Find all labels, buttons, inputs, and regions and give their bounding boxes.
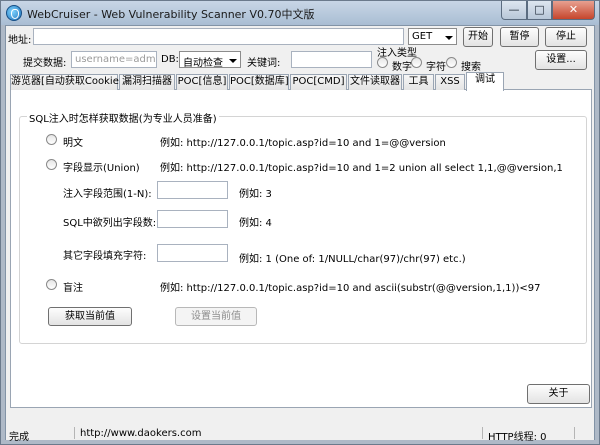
submit-data-label: 提交数据: [23,58,67,69]
db-select[interactable]: 自动检查 [179,51,241,69]
app-window: WebCruiser - Web Vulnerability Scanner V… [0,0,600,445]
about-button[interactable]: 关于 [527,384,590,404]
plain-text-example: 例如: http://127.0.0.1/topic.asp?id=10 and… [160,138,446,149]
keyword-input[interactable] [291,51,372,68]
tab-xss[interactable]: XSS [435,74,465,90]
debug-tab-panel: SQL注入时怎样获取数据(为专业人员准备) 明文 例如: http://127.… [10,90,592,408]
plain-text-radio[interactable] [46,134,57,145]
chevron-down-icon [229,59,237,63]
minimize-button[interactable]: — [501,1,527,20]
db-label: DB: [161,54,179,65]
union-label: 字段显示(Union) [63,163,140,174]
method-select-value: GET [412,31,433,42]
status-url: http://www.daokers.com [80,428,202,439]
status-divider [574,427,575,439]
tab-file-reader[interactable]: 文件读取器 [348,74,402,90]
fill-value-label: 其它字段填充字符: [63,251,147,262]
fill-value-example: 例如: 1 (One of: 1/NULL/char(97)/chr(97) e… [239,254,466,265]
groupbox-title: SQL注入时怎样获取数据(为专业人员准备) [27,110,219,125]
field-count-example: 例如: 4 [239,218,272,229]
client-area: 地址: GET 开始 暂停 停止 提交数据: username=admin DB… [5,25,595,443]
fill-value-input[interactable] [157,244,228,262]
title-bar: WebCruiser - Web Vulnerability Scanner V… [1,1,599,25]
field-range-example: 例如: 3 [239,189,272,200]
tab-poc-info[interactable]: POC[信息] [176,74,228,90]
start-button[interactable]: 开始 [463,27,493,47]
field-count-label: SQL中欲列出字段数: [63,218,157,229]
db-select-value: 自动检查 [183,58,223,69]
status-state: 完成 [9,432,29,443]
status-http-threads: HTTP线程: 0 [488,432,547,443]
tab-tools[interactable]: 工具 [403,74,434,90]
blind-radio[interactable] [46,279,57,290]
field-range-input[interactable] [157,181,228,199]
tab-vuln-scanner[interactable]: 漏洞扫描器 [119,74,175,90]
window-title: WebCruiser - Web Vulnerability Scanner V… [27,8,315,21]
tab-poc-database[interactable]: POC[数据库] [229,74,289,90]
status-divider [74,427,75,439]
submit-data-input[interactable]: username=admin [71,51,157,68]
method-select[interactable]: GET [408,28,457,45]
plain-text-label: 明文 [63,138,83,149]
address-input[interactable] [33,28,404,45]
inject-type-search-radio[interactable] [446,57,457,68]
settings-button[interactable]: 设置... [535,50,587,70]
tab-debug[interactable]: 调试 [466,72,504,91]
inject-type-string-label: 字符 [426,62,446,73]
status-divider [482,427,483,439]
pause-button[interactable]: 暂停 [500,27,539,47]
tab-poc-cmd[interactable]: POC[CMD] [290,74,347,90]
stop-button[interactable]: 停止 [545,27,587,47]
maximize-button[interactable]: □ [527,1,552,20]
inject-type-search-label: 搜索 [461,62,481,73]
inject-type-number-radio[interactable] [377,57,388,68]
set-current-value-button[interactable]: 设置当前值 [175,307,257,326]
keyword-label: 关键词: [247,58,281,69]
inject-type-number-label: 数字 [392,62,412,73]
union-radio[interactable] [46,159,57,170]
get-current-value-button[interactable]: 获取当前值 [48,307,132,326]
chevron-down-icon [445,36,453,40]
close-button[interactable]: ✕ [552,1,595,20]
tab-browser[interactable]: 游览器[自动获取Cookie] [10,74,123,90]
field-range-label: 注入字段范围(1-N): [63,189,152,200]
status-bar: 完成 http://www.daokers.com HTTP线程: 0 [6,426,594,443]
blind-example: 例如: http://127.0.0.1/topic.asp?id=10 and… [160,283,541,294]
field-count-input[interactable] [157,210,228,228]
inject-type-string-radio[interactable] [411,57,422,68]
blind-label: 盲注 [63,283,83,294]
union-example: 例如: http://127.0.0.1/topic.asp?id=10 and… [160,163,563,174]
address-label: 地址: [8,35,32,46]
webcruiser-logo-icon [6,5,22,21]
